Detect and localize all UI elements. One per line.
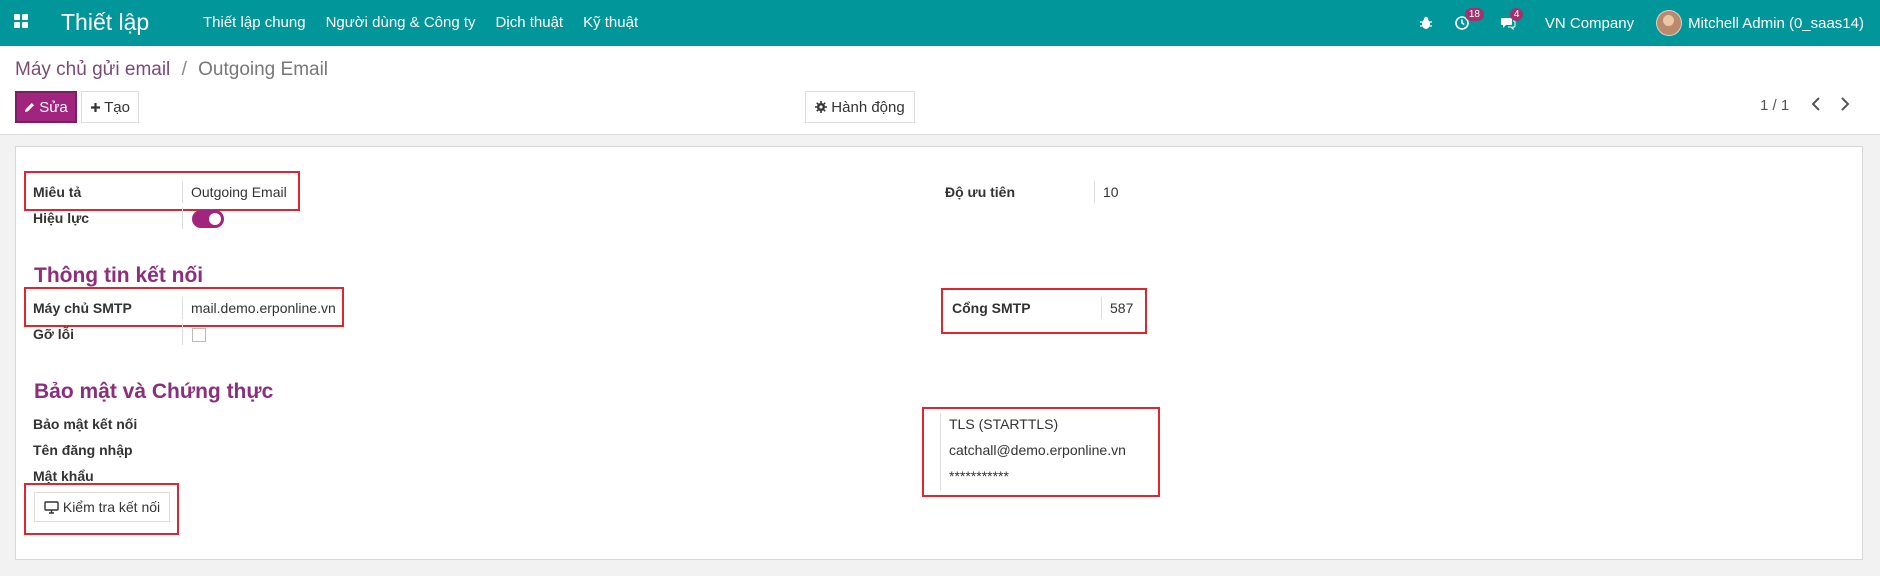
- active-toggle[interactable]: [192, 210, 224, 228]
- gear-icon: [815, 101, 828, 113]
- edit-button-label: Sửa: [39, 98, 68, 116]
- pager-previous-chevron-icon[interactable]: [1811, 95, 1821, 116]
- form-sheet: Miêu tả Outgoing Email Hiệu lực Độ ưu ti…: [15, 146, 1863, 560]
- control-panel: Máy chủ gửi email / Outgoing Email Sửa T…: [0, 46, 1880, 135]
- active-label: Hiệu lực: [33, 210, 90, 226]
- navbar-systray: 18 4 VN Company Mitchell Admin (0_saas14…: [1408, 0, 1880, 46]
- pager-next-chevron-icon[interactable]: [1840, 95, 1850, 116]
- user-menu[interactable]: Mitchell Admin (0_saas14): [1656, 10, 1864, 36]
- pager-value[interactable]: 1 / 1: [1760, 97, 1789, 114]
- action-button-label: Hành động: [831, 98, 905, 116]
- username-label: Tên đăng nhập: [33, 442, 133, 458]
- create-button-label: Tạo: [104, 98, 130, 116]
- create-button[interactable]: Tạo: [81, 91, 139, 123]
- message-count-badge: 4: [1509, 8, 1524, 21]
- pencil-icon: [25, 102, 35, 112]
- highlight-box-smtp-port: [941, 288, 1147, 334]
- priority-value: 10: [1103, 184, 1119, 200]
- activity-clock-icon[interactable]: 18: [1455, 8, 1484, 30]
- password-label: Mật khẩu: [33, 468, 94, 484]
- debug-label: Gỡ lỗi: [33, 326, 75, 342]
- plus-icon: [91, 102, 101, 112]
- menu-translations[interactable]: Dịch thuật: [496, 14, 564, 31]
- menu-general-settings[interactable]: Thiết lập chung: [203, 14, 306, 31]
- activity-count-badge: 18: [1464, 8, 1484, 21]
- highlight-box-test-button: [24, 483, 179, 535]
- highlight-box-smtp-server: [24, 287, 344, 327]
- user-name: Mitchell Admin (0_saas14): [1688, 14, 1864, 32]
- debug-bug-icon[interactable]: [1419, 16, 1433, 30]
- top-navbar: Thiết lập Thiết lập chung Người dùng & C…: [0, 0, 1880, 46]
- highlight-box-description: [24, 171, 300, 211]
- messages-chat-icon[interactable]: 4: [1500, 8, 1524, 30]
- menu-technical[interactable]: Kỹ thuật: [583, 14, 638, 31]
- breadcrumb-current: Outgoing Email: [198, 59, 329, 80]
- apps-grid-icon[interactable]: [14, 14, 30, 30]
- breadcrumb-separator: /: [181, 59, 187, 80]
- breadcrumb-parent-link[interactable]: Máy chủ gửi email: [15, 59, 170, 80]
- company-switcher[interactable]: VN Company: [1545, 15, 1634, 32]
- security-section-title: Bảo mật và Chứng thực: [34, 380, 274, 403]
- field-separator: [1094, 181, 1095, 203]
- menu-users-companies[interactable]: Người dùng & Công ty: [326, 14, 476, 31]
- action-menu-button[interactable]: Hành động: [805, 91, 915, 123]
- highlight-box-credentials: [922, 407, 1160, 497]
- field-separator: [182, 207, 183, 229]
- avatar: [1656, 10, 1683, 36]
- main-menu: Thiết lập chung Người dùng & Công ty Dịc…: [203, 14, 638, 31]
- priority-label: Độ ưu tiên: [945, 184, 1016, 200]
- debug-checkbox[interactable]: [192, 328, 206, 342]
- edit-button[interactable]: Sửa: [15, 91, 77, 123]
- breadcrumb: Máy chủ gửi email / Outgoing Email: [15, 59, 328, 81]
- app-title[interactable]: Thiết lập: [61, 9, 149, 36]
- connection-section-title: Thông tin kết nối: [34, 264, 204, 287]
- encryption-label: Bảo mật kết nối: [33, 416, 138, 432]
- field-separator: [182, 323, 183, 345]
